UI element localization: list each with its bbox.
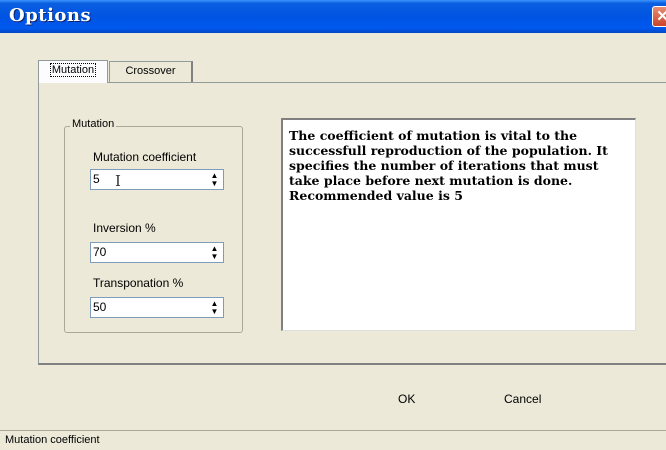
window-title: Options: [9, 5, 92, 26]
transponation-value: 50: [93, 300, 107, 314]
spin-down-icon[interactable]: ▼: [211, 179, 219, 188]
transponation-label: Transponation %: [93, 276, 184, 290]
mutation-coefficient-value: 5: [93, 172, 100, 186]
status-text: Mutation coefficient: [5, 434, 100, 446]
spin-down-icon[interactable]: ▼: [211, 307, 219, 316]
spin-buttons[interactable]: ▲ ▼: [206, 170, 223, 189]
description-text: The coefficient of mutation is vital to …: [289, 128, 608, 203]
tab-mutation[interactable]: Mutation: [38, 60, 108, 83]
spin-buttons[interactable]: ▲ ▼: [206, 243, 223, 262]
spin-buttons[interactable]: ▲ ▼: [206, 298, 223, 317]
tab-crossover-label: Crossover: [125, 65, 176, 77]
close-icon: ✕: [656, 8, 666, 25]
status-bar: Mutation coefficient: [0, 430, 666, 450]
transponation-spinner[interactable]: 50 ▲ ▼: [90, 297, 224, 318]
mutation-coefficient-label: Mutation coefficient: [93, 150, 197, 164]
groupbox-legend: Mutation: [70, 118, 117, 130]
tab-mutation-label: Mutation: [49, 63, 97, 77]
title-bar[interactable]: Options ✕: [0, 0, 666, 33]
close-button[interactable]: ✕: [652, 6, 666, 27]
inversion-label: Inversion %: [93, 221, 156, 235]
ok-button[interactable]: OK: [398, 392, 415, 406]
text-cursor-icon: I: [115, 172, 121, 190]
inversion-value: 70: [93, 245, 107, 259]
spin-down-icon[interactable]: ▼: [211, 252, 219, 261]
inversion-spinner[interactable]: 70 ▲ ▼: [90, 242, 224, 263]
cancel-button[interactable]: Cancel: [504, 392, 541, 406]
description-textbox[interactable]: The coefficient of mutation is vital to …: [281, 118, 636, 331]
mutation-coefficient-spinner[interactable]: 5 ▲ ▼: [90, 169, 224, 190]
tab-crossover[interactable]: Crossover: [109, 61, 193, 82]
